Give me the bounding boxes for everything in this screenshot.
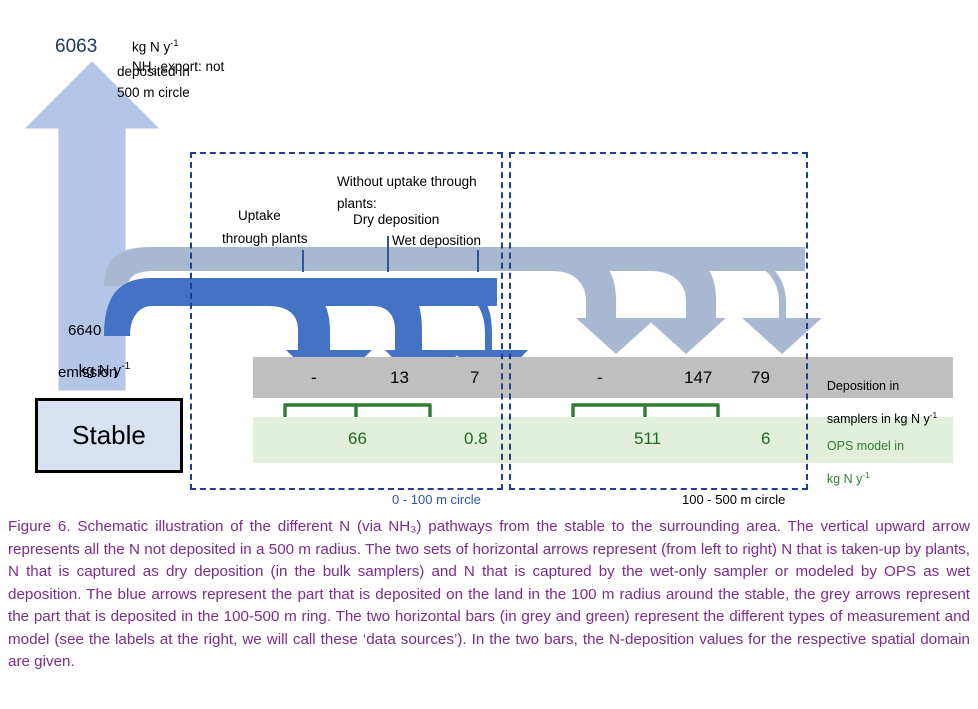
label-dry-deposition: Dry deposition <box>353 212 440 227</box>
label-wet-deposition: Wet deposition <box>392 233 482 248</box>
green-value-outer-wet: 6 <box>761 429 771 448</box>
label-uptake-line1: Uptake <box>238 208 281 223</box>
zone-label-inner: 0 - 100 m circle <box>392 492 481 507</box>
label-without-uptake-line2: plants: <box>337 196 377 211</box>
stable-box[interactable]: Stable <box>35 398 183 473</box>
emission-unit-exponent: -1 <box>121 360 131 372</box>
green-row-label-exponent: -1 <box>862 469 870 480</box>
green-value-inner-uptake-dry: 66 <box>348 429 367 448</box>
green-row-label-line2: kg N y <box>826 472 863 487</box>
emission-value: 6640 <box>68 322 102 339</box>
label-without-uptake-line1: Without uptake through <box>337 174 477 189</box>
export-description-line2: deposited in <box>117 64 190 79</box>
export-value: 6063 <box>55 36 98 57</box>
figure-caption: Figure 6. Schematic illustration of the … <box>8 518 970 670</box>
grey-value-outer-wet: 79 <box>751 368 770 387</box>
vertical-export-arrow <box>24 61 160 391</box>
grey-value-inner-wet: 7 <box>470 368 480 387</box>
label-uptake-line2: through plants <box>222 231 308 246</box>
zone-label-outer: 100 - 500 m circle <box>682 492 786 507</box>
grey-value-inner-uptake: - <box>311 368 317 387</box>
green-value-inner-wet: 0.8 <box>464 429 488 448</box>
figure-canvas: Stable 6063 kg N y-1 NH3 export: not dep… <box>0 0 978 709</box>
emission-label: emission <box>58 364 118 381</box>
green-value-outer-uptake-dry: 511 <box>634 429 662 448</box>
grey-row-label-line1: Deposition in <box>826 378 900 393</box>
export-description-line3: 500 m circle <box>117 85 190 100</box>
grey-value-inner-dry: 13 <box>390 368 409 387</box>
stable-label: Stable <box>72 420 146 450</box>
grey-row-label-exponent: -1 <box>929 409 938 420</box>
grey-value-outer-uptake: - <box>597 368 603 387</box>
grey-value-outer-dry: 147 <box>684 368 713 387</box>
green-bar-row-label: OPS model in kg N y-1 <box>813 423 904 503</box>
green-row-label-line1: OPS model in <box>826 438 905 453</box>
